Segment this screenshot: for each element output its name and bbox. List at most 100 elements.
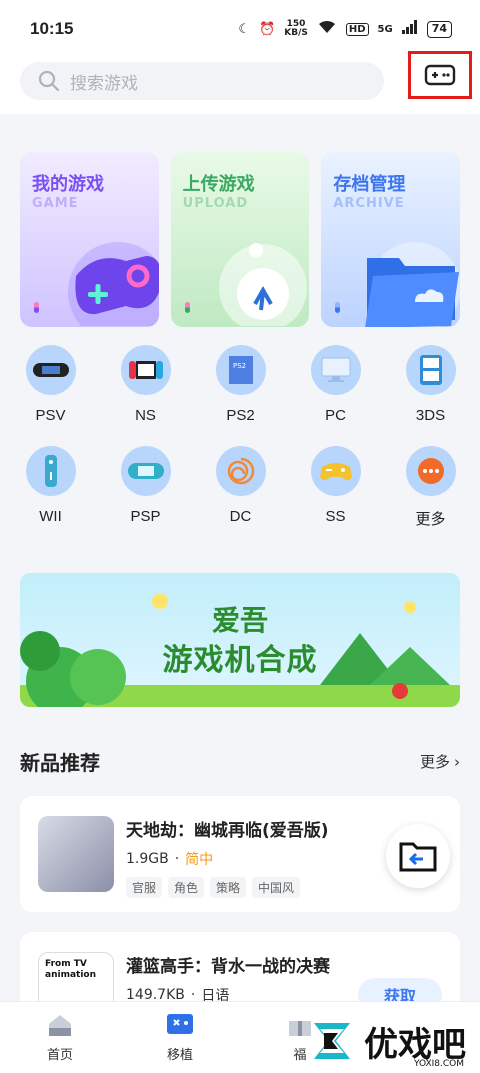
more-icon	[405, 446, 456, 496]
platform-ns[interactable]: NS	[98, 345, 193, 424]
ps2-icon: PS2	[215, 345, 266, 395]
search-placeholder: 搜索游戏	[70, 73, 138, 94]
game-name: 天地劫：幽城再临(爱吾版)	[126, 821, 329, 841]
platform-label: NS	[135, 407, 156, 424]
platform-pc[interactable]: PC	[288, 345, 383, 424]
nav-label: 首页	[46, 1048, 73, 1063]
my-games-card[interactable]: 我的游戏 GAME	[20, 152, 159, 327]
svg-text:PS2: PS2	[233, 362, 246, 370]
promo-banner[interactable]: 爱吾 游戏机合成	[20, 573, 460, 707]
signal-label: 5G	[377, 23, 393, 35]
card-title: 我的游戏	[32, 174, 104, 195]
section-title: 新品推荐	[20, 751, 100, 775]
platform-label: PC	[325, 407, 346, 424]
more-label: 更多	[419, 753, 450, 771]
card-subtitle: ARCHIVE	[333, 196, 405, 211]
platform-more[interactable]: 更多	[383, 446, 478, 529]
gamepad-button[interactable]	[408, 51, 472, 99]
hd-badge: HD	[345, 22, 369, 36]
feature-cards: 我的游戏 GAME 上传游戏 UPLOAD 存档管理 ARCHIVE	[0, 114, 480, 327]
signal-icon	[401, 20, 418, 38]
tag: 角色	[168, 877, 205, 898]
tag: 官服	[126, 877, 163, 898]
top-bar: 搜索游戏	[0, 51, 480, 104]
cloud-upload-icon	[218, 243, 307, 326]
nav-label: 福	[293, 1048, 307, 1063]
platform-ps2[interactable]: PS2 PS2	[193, 345, 288, 424]
platform-wii[interactable]: WII	[3, 446, 98, 529]
watermark-logo	[314, 1023, 350, 1059]
platform-label: WII	[39, 508, 62, 525]
platform-grid: PSV NS PS2 PS2 PC 3DS WII PSP DC SS 更多	[0, 327, 480, 529]
monitor-icon	[310, 345, 361, 395]
platform-label: PS2	[226, 407, 255, 424]
platform-psv[interactable]: PSV	[3, 345, 98, 424]
platform-label: DC	[229, 508, 252, 525]
status-icons: ☾ ⏰ 150 KB/S HD 5G 74	[238, 19, 452, 39]
tag: 中国风	[252, 877, 301, 898]
home-icon	[49, 1015, 71, 1036]
chevron-right-icon: ›	[454, 752, 460, 771]
platform-3ds[interactable]: 3DS	[383, 345, 478, 424]
controller-icon	[68, 242, 159, 326]
platform-label: 3DS	[415, 407, 446, 424]
status-time: 10:15	[30, 19, 74, 38]
folder-back-icon	[399, 842, 437, 872]
status-bar: 10:15 ☾ ⏰ 150 KB/S HD 5G 74	[0, 0, 480, 58]
folder-float-button[interactable]	[386, 824, 450, 888]
banner-title-top: 爱吾	[211, 604, 268, 637]
card-title: 存档管理	[333, 174, 406, 195]
saturn-icon	[310, 446, 361, 496]
more-link[interactable]: 更多 ›	[420, 751, 460, 772]
wii-icon	[25, 446, 76, 496]
dreamcast-icon	[215, 446, 266, 496]
banner-title-bottom: 游戏机合成	[162, 643, 318, 678]
switch-icon	[120, 345, 171, 395]
3ds-icon	[405, 345, 456, 395]
nav-port[interactable]: 移植	[120, 1002, 240, 1073]
watermark-url: YOXI8.COM	[413, 1059, 464, 1069]
platform-label: PSV	[35, 407, 66, 424]
platform-label: PSP	[130, 508, 161, 525]
game-cover	[38, 816, 114, 892]
nav-label: 移植	[166, 1048, 193, 1063]
gamepad-icon	[424, 64, 456, 86]
platform-ss[interactable]: SS	[288, 446, 383, 529]
game-size: 1.9GB	[126, 851, 169, 867]
game-lang: 简中	[185, 852, 214, 868]
platform-label: 更多	[415, 511, 446, 528]
game-info: 天地劫：幽城再临(爱吾版) 1.9GB · 简中 官服 角色 策略 中国风	[126, 816, 329, 898]
meta-dot: ·	[174, 851, 180, 867]
wifi-icon	[317, 19, 337, 39]
cover-text: From TV animation	[45, 959, 96, 980]
upload-games-card[interactable]: 上传游戏 UPLOAD	[170, 152, 310, 327]
psv-icon	[25, 345, 76, 395]
card-dots	[184, 302, 190, 313]
game-name: 灌篮高手：背水一战的决赛	[126, 957, 330, 977]
card-subtitle: GAME	[32, 196, 79, 211]
card-dots	[34, 302, 39, 313]
search-input[interactable]: 搜索游戏	[20, 62, 384, 100]
nav-home[interactable]: 首页	[0, 1002, 120, 1073]
platform-label: SS	[325, 508, 346, 525]
folder-icon	[365, 242, 461, 327]
new-games-header: 新品推荐 更多 ›	[0, 747, 480, 776]
site-watermark: 优戏吧 YOXI8.COM	[306, 1015, 466, 1069]
search-icon	[38, 70, 60, 92]
platform-dc[interactable]: DC	[193, 446, 288, 529]
net-speed: 150 KB/S	[284, 19, 308, 38]
game-card[interactable]: 天地劫：幽城再临(爱吾版) 1.9GB · 简中 官服 角色 策略 中国风	[20, 796, 460, 912]
game-meta: 1.9GB · 简中	[126, 849, 329, 869]
battery-indicator: 74	[426, 20, 452, 38]
card-dots	[335, 302, 341, 313]
moon-icon: ☾	[238, 21, 251, 37]
card-subtitle: UPLOAD	[182, 196, 249, 211]
alarm-icon: ⏰	[259, 21, 276, 37]
port-icon	[167, 1014, 193, 1034]
psp-icon	[120, 446, 171, 496]
tag: 策略	[210, 877, 247, 898]
archive-manage-card[interactable]: 存档管理 ARCHIVE	[321, 152, 461, 327]
header-bottom	[0, 104, 480, 114]
game-tags: 官服 角色 策略 中国风	[126, 877, 329, 898]
platform-psp[interactable]: PSP	[98, 446, 193, 529]
